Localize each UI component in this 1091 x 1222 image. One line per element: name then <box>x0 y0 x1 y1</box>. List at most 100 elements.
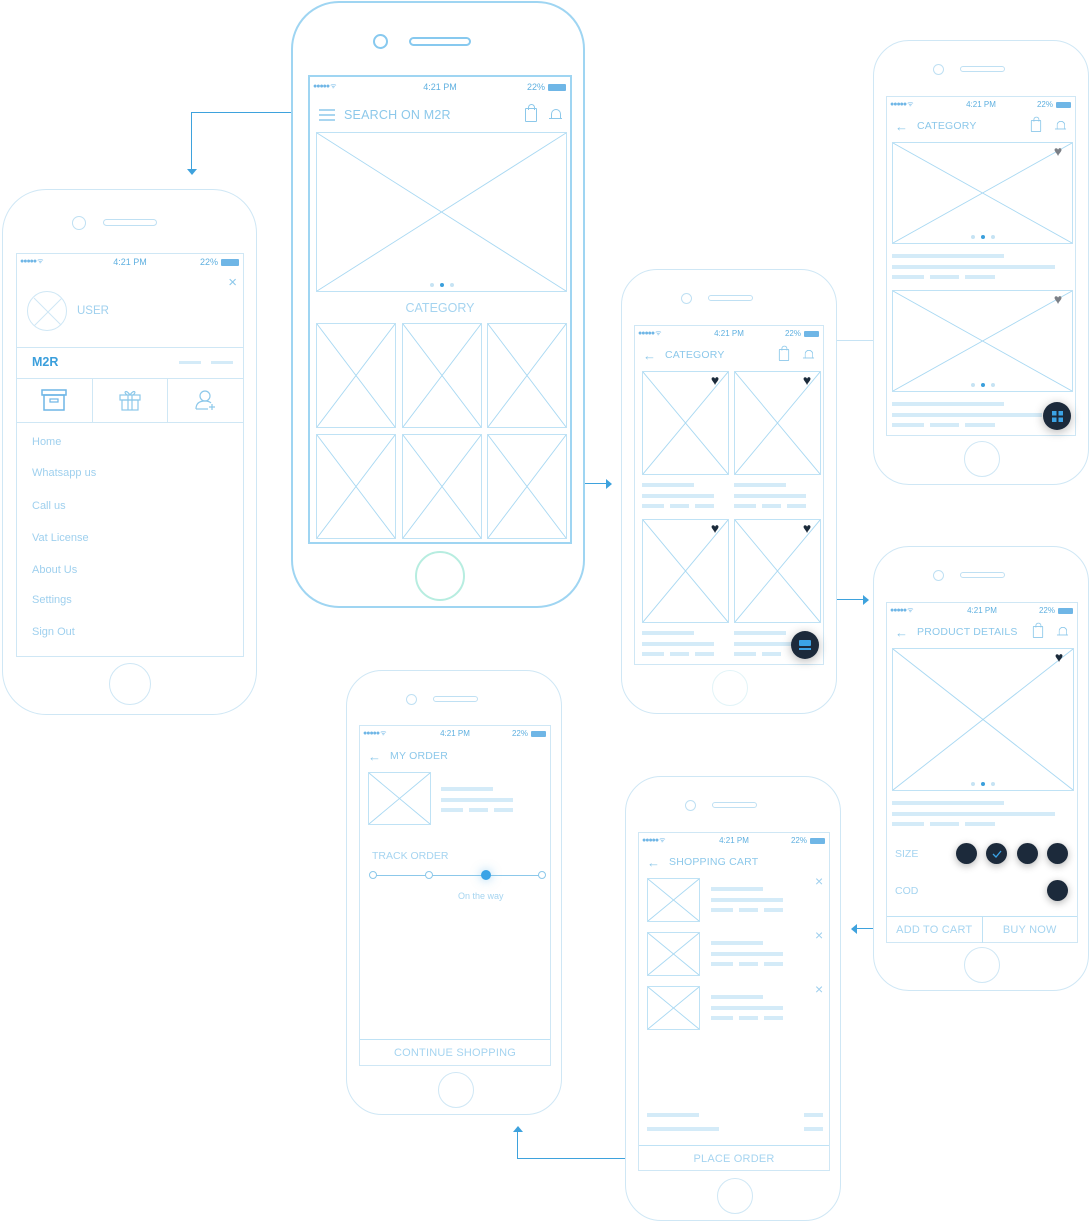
size-label: SIZE <box>895 848 919 860</box>
home-button[interactable] <box>964 947 1000 983</box>
user-name[interactable]: USER <box>77 305 109 317</box>
search-header: SEARCH ON M2R <box>310 104 570 126</box>
gift-button[interactable] <box>93 378 169 422</box>
size-option[interactable] <box>1017 843 1038 864</box>
cart-item-image[interactable] <box>647 932 700 976</box>
placeholder-bar <box>930 423 959 427</box>
home-button[interactable] <box>415 551 465 601</box>
menu-item-call[interactable]: Call us <box>32 500 66 512</box>
size-option[interactable] <box>1047 843 1068 864</box>
screen-header: ← CATEGORY <box>887 115 1075 137</box>
category-tile[interactable] <box>316 434 396 539</box>
battery-icon <box>531 730 546 737</box>
back-arrow-icon[interactable]: ← <box>895 625 909 640</box>
cart-item-image[interactable] <box>647 878 700 922</box>
menu-item-home[interactable]: Home <box>32 436 61 448</box>
bell-icon[interactable] <box>802 349 815 361</box>
home-button[interactable] <box>109 663 151 705</box>
remove-item-button[interactable]: × <box>815 873 823 889</box>
placeholder-bar <box>711 1006 783 1010</box>
battery-percent: 22% <box>1036 100 1053 109</box>
menu-item-vat-license[interactable]: Vat License <box>32 532 89 544</box>
menu-item-about[interactable]: About Us <box>32 564 77 576</box>
home-button[interactable] <box>438 1072 474 1108</box>
phone-camera <box>685 800 696 811</box>
remove-item-button[interactable]: × <box>815 927 823 943</box>
placeholder-bar <box>642 642 714 646</box>
favorite-heart-icon[interactable]: ♥ <box>1052 650 1066 664</box>
size-option-selected[interactable] <box>986 843 1007 864</box>
list-view-toggle-button[interactable] <box>791 631 819 659</box>
banner-image-placeholder[interactable] <box>316 132 567 292</box>
placeholder-bar <box>787 504 806 508</box>
placeholder-bar <box>642 483 694 487</box>
bell-icon[interactable] <box>549 108 562 122</box>
shopping-bag-icon[interactable] <box>525 104 537 122</box>
category-grid-screen: ●●●●● ᯤ 4:21 PM 22% ← CATEGORY ♥ ♥ ♥ ♥ <box>634 325 824 665</box>
home-button[interactable] <box>717 1178 753 1214</box>
bell-icon[interactable] <box>1056 626 1069 638</box>
user-avatar[interactable] <box>27 291 67 331</box>
menu-item-whatsapp[interactable]: Whatsapp us <box>32 467 96 479</box>
cart-item-image[interactable] <box>647 986 700 1030</box>
search-input[interactable]: SEARCH ON M2R <box>344 108 525 122</box>
placeholder-bar <box>764 1016 783 1020</box>
continue-shopping-button[interactable]: CONTINUE SHOPPING <box>360 1039 550 1066</box>
category-tile[interactable] <box>316 323 396 428</box>
grid-view-toggle-button[interactable] <box>1043 402 1071 430</box>
placeholder-bar <box>711 941 763 945</box>
category-tile[interactable] <box>402 323 482 428</box>
favorite-heart-icon[interactable]: ♥ <box>800 373 814 387</box>
favorite-heart-icon[interactable]: ♥ <box>1051 292 1065 306</box>
add-to-cart-button[interactable]: ADD TO CART <box>887 917 983 943</box>
battery-icon <box>548 83 566 91</box>
placeholder-bar <box>734 504 756 508</box>
favorite-heart-icon[interactable]: ♥ <box>708 521 722 535</box>
archive-button[interactable] <box>17 378 93 422</box>
shopping-bag-icon[interactable] <box>1032 622 1044 638</box>
home-button[interactable] <box>964 441 1000 477</box>
hamburger-menu-icon[interactable] <box>319 109 335 121</box>
back-arrow-icon[interactable]: ← <box>643 348 657 363</box>
order-item-image[interactable] <box>368 772 431 825</box>
favorite-heart-icon[interactable]: ♥ <box>800 521 814 535</box>
remove-item-button[interactable]: × <box>815 981 823 997</box>
home-button[interactable] <box>712 670 748 706</box>
add-user-button[interactable] <box>168 378 243 422</box>
size-option[interactable] <box>956 843 977 864</box>
category-tile[interactable] <box>487 323 567 428</box>
battery-icon <box>221 258 239 266</box>
product-image-placeholder[interactable] <box>892 648 1074 791</box>
placeholder-bar <box>739 908 758 912</box>
cod-toggle[interactable] <box>1047 880 1068 901</box>
menu-item-sign-out[interactable]: Sign Out <box>32 626 75 638</box>
favorite-heart-icon[interactable]: ♥ <box>1051 144 1065 158</box>
phone-speaker <box>433 696 478 702</box>
product-details-screen: ●●●●● ᯤ 4:21 PM 22% ← PRODUCT DETAILS ♥ … <box>886 602 1078 943</box>
placeholder-bar <box>739 1016 758 1020</box>
tracker-step <box>369 871 377 879</box>
back-arrow-icon[interactable]: ← <box>895 119 909 134</box>
product-image-placeholder[interactable] <box>892 290 1073 392</box>
placeholder-bar <box>642 494 714 498</box>
battery-indicator: 22% <box>785 329 819 338</box>
menu-item-settings[interactable]: Settings <box>32 594 72 606</box>
carousel-dots <box>893 235 1072 239</box>
bell-icon[interactable] <box>1054 120 1067 132</box>
shopping-bag-icon[interactable] <box>778 345 790 361</box>
buy-now-button[interactable]: BUY NOW <box>983 917 1078 943</box>
shopping-bag-icon[interactable] <box>1030 116 1042 132</box>
total-label-bar <box>647 1127 719 1131</box>
phone-home: ●●●●● ᯤ 4:21 PM 22% SEARCH ON M2R CATEGO… <box>291 1 585 608</box>
category-tile[interactable] <box>487 434 567 539</box>
close-drawer-button[interactable]: × <box>228 274 237 291</box>
category-tile[interactable] <box>402 434 482 539</box>
place-order-button[interactable]: PLACE ORDER <box>639 1145 829 1172</box>
back-arrow-icon[interactable]: ← <box>647 855 661 870</box>
back-arrow-icon[interactable]: ← <box>368 749 382 764</box>
status-bar: ●●●●● ᯤ 4:21 PM 22% <box>887 97 1075 113</box>
product-image-placeholder[interactable] <box>892 142 1073 244</box>
favorite-heart-icon[interactable]: ♥ <box>708 373 722 387</box>
placeholder-bar <box>764 908 783 912</box>
placeholder-bar <box>734 631 786 635</box>
